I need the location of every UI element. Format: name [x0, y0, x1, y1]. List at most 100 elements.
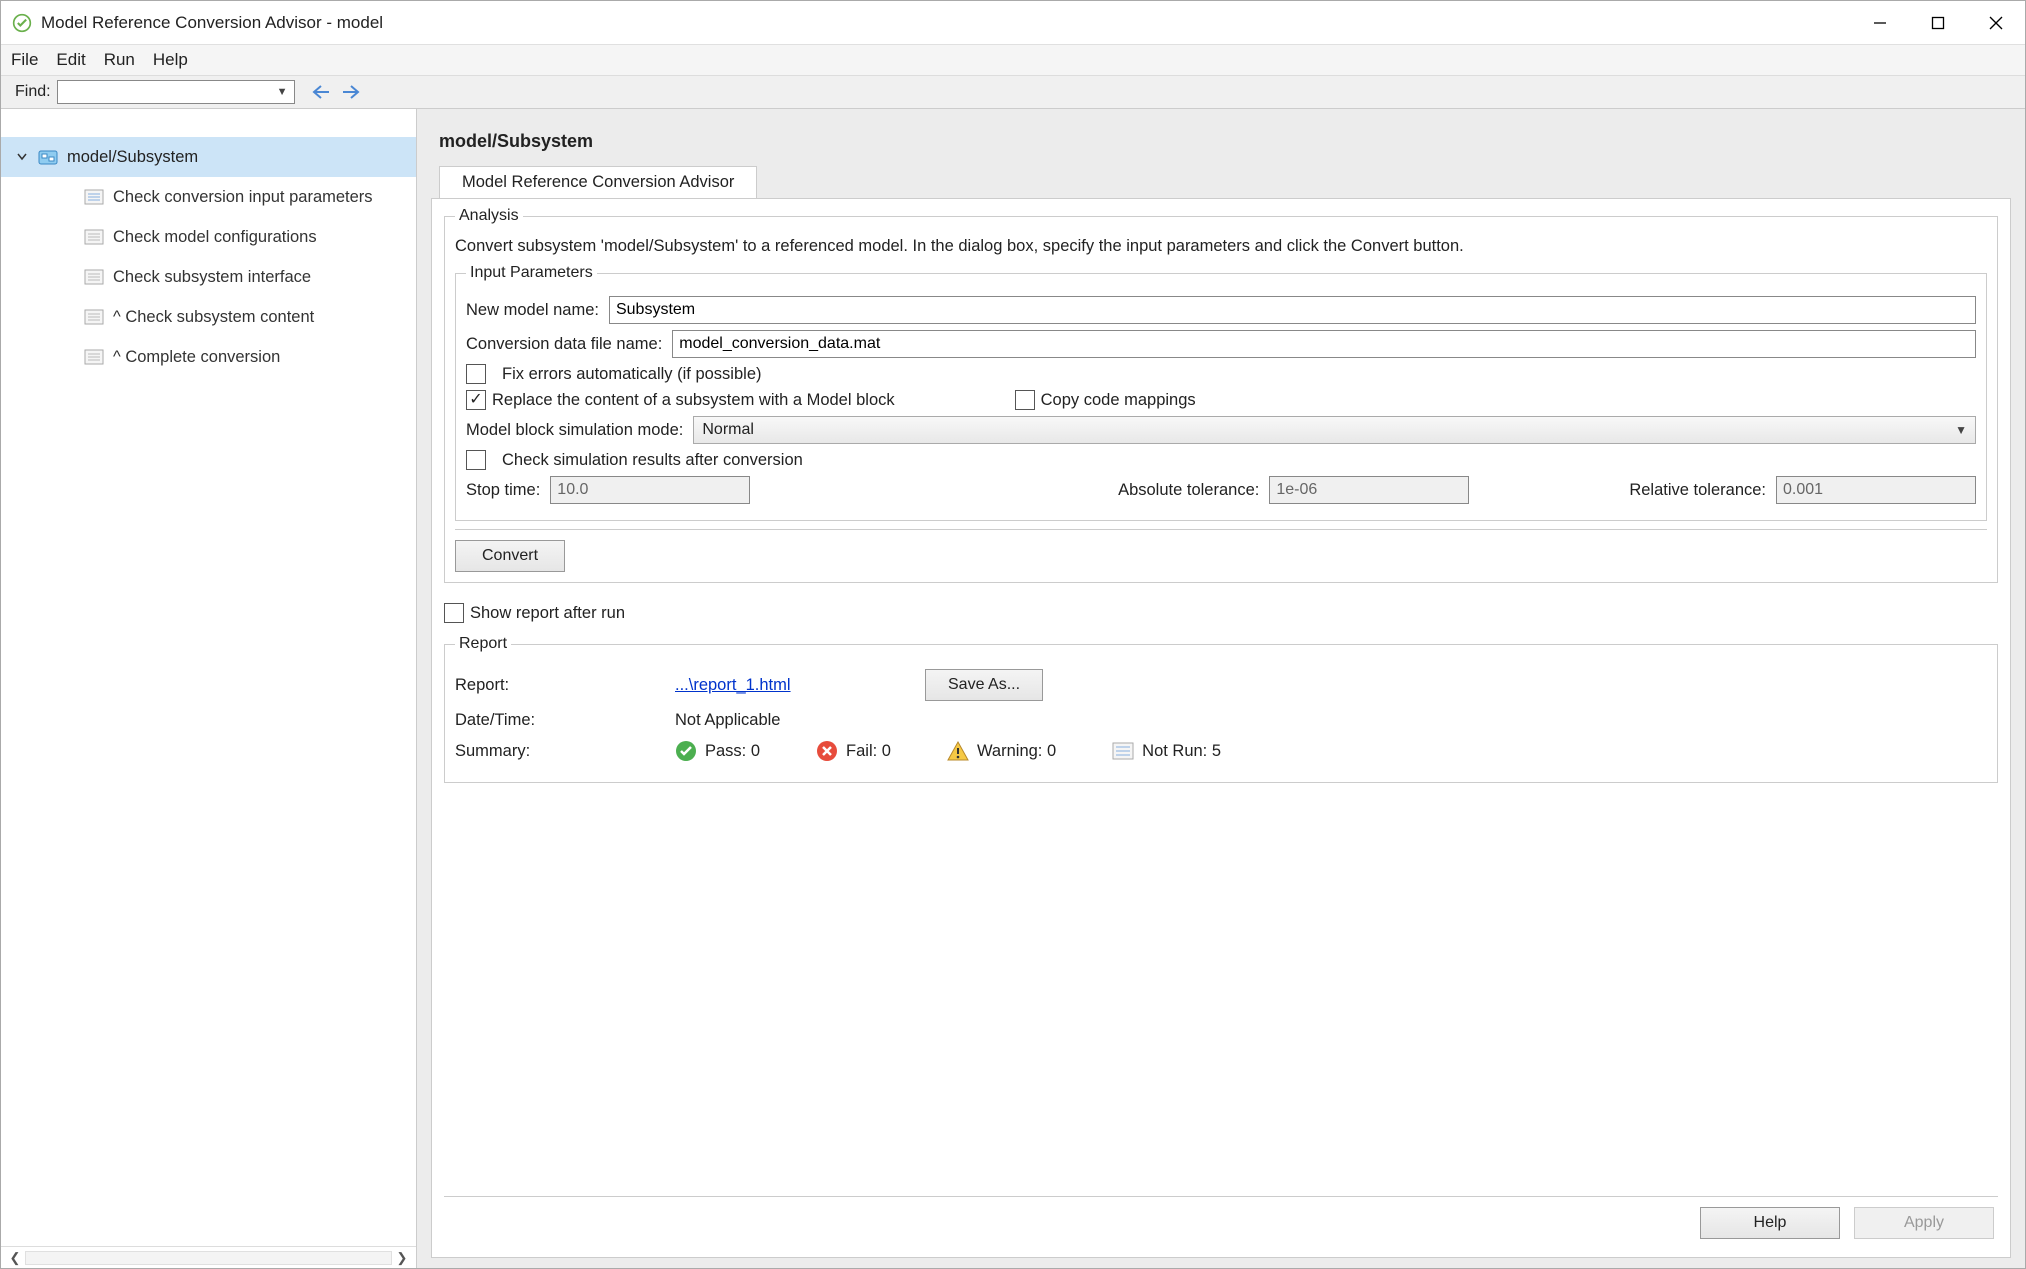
close-button[interactable] [1967, 1, 2025, 44]
show-report-label: Show report after run [470, 604, 625, 623]
pass-icon [675, 740, 697, 762]
main-area: model/Subsystem Check conversion input p… [1, 109, 2025, 1268]
scroll-left-icon[interactable]: ❮ [5, 1250, 25, 1266]
sim-mode-label: Model block simulation mode: [466, 421, 683, 440]
rel-tol-input [1776, 476, 1976, 504]
tree-item-label: ^ Check subsystem content [113, 308, 314, 327]
scroll-track[interactable] [25, 1251, 392, 1265]
datetime-label: Date/Time: [455, 711, 675, 730]
pass-text: Pass: 0 [705, 742, 760, 761]
check-item-icon [83, 186, 105, 208]
tree-item[interactable]: ^ Complete conversion [1, 337, 416, 377]
sidebar: model/Subsystem Check conversion input p… [1, 109, 417, 1268]
report-fieldset: Report Report: ...\report_1.html Save As… [444, 635, 1998, 783]
find-toolbar: Find: ▼ [1, 75, 2025, 109]
report-legend: Report [455, 635, 511, 653]
maximize-button[interactable] [1909, 1, 1967, 44]
warning-text: Warning: 0 [977, 742, 1056, 761]
tree-root[interactable]: model/Subsystem [1, 137, 416, 177]
analysis-desc: Convert subsystem 'model/Subsystem' to a… [455, 237, 1987, 256]
chevron-down-icon[interactable] [15, 151, 29, 163]
content-panel: model/Subsystem Model Reference Conversi… [417, 109, 2025, 1268]
check-sim-label: Check simulation results after conversio… [502, 451, 803, 470]
datetime-value: Not Applicable [675, 711, 781, 730]
tree-root-label: model/Subsystem [67, 148, 198, 167]
new-model-input[interactable] [609, 296, 1976, 324]
analysis-fieldset: Analysis Convert subsystem 'model/Subsys… [444, 207, 1998, 583]
summary-label: Summary: [455, 742, 675, 761]
find-combobox[interactable]: ▼ [57, 80, 288, 104]
notrun-icon [1112, 740, 1134, 762]
replace-content-checkbox[interactable] [466, 390, 486, 410]
report-label: Report: [455, 676, 675, 695]
stop-time-input [550, 476, 750, 504]
conv-file-label: Conversion data file name: [466, 335, 662, 354]
fail-icon [816, 740, 838, 762]
find-prev-button[interactable] [311, 81, 333, 103]
tree-item-label: Check model configurations [113, 228, 317, 247]
menu-help[interactable]: Help [153, 50, 188, 70]
tree-item[interactable]: Check model configurations [1, 217, 416, 257]
fail-text: Fail: 0 [846, 742, 891, 761]
menubar: File Edit Run Help [1, 45, 2025, 75]
input-params-legend: Input Parameters [466, 264, 597, 282]
analysis-legend: Analysis [455, 207, 523, 225]
abs-tol-label: Absolute tolerance: [1118, 481, 1259, 500]
save-as-button[interactable]: Save As... [925, 669, 1043, 701]
find-label: Find: [15, 83, 51, 101]
show-report-row: Show report after run [444, 603, 1998, 623]
warning-icon [947, 740, 969, 762]
titlebar: Model Reference Conversion Advisor - mod… [1, 1, 2025, 45]
fix-errors-label: Fix errors automatically (if possible) [502, 365, 762, 384]
tree-item-label: Check conversion input parameters [113, 188, 373, 207]
tree: model/Subsystem Check conversion input p… [1, 109, 416, 1246]
copy-mappings-label: Copy code mappings [1041, 391, 1196, 410]
sim-mode-value: Normal [702, 421, 754, 439]
window-controls [1851, 1, 2025, 44]
content-heading: model/Subsystem [439, 131, 2011, 152]
stop-time-label: Stop time: [466, 481, 540, 500]
chevron-down-icon: ▼ [1955, 423, 1967, 437]
report-link[interactable]: ...\report_1.html [675, 676, 791, 694]
tree-item[interactable]: Check subsystem interface [1, 257, 416, 297]
sim-mode-select[interactable]: Normal ▼ [693, 416, 1976, 444]
replace-content-label: Replace the content of a subsystem with … [492, 391, 895, 410]
menu-file[interactable]: File [11, 50, 38, 70]
menu-edit[interactable]: Edit [56, 50, 85, 70]
tree-item[interactable]: Check conversion input parameters [1, 177, 416, 217]
check-item-icon [83, 346, 105, 368]
tree-horizontal-scrollbar[interactable]: ❮ ❯ [1, 1246, 416, 1268]
find-next-button[interactable] [339, 81, 361, 103]
notrun-text: Not Run: 5 [1142, 742, 1221, 761]
scroll-right-icon[interactable]: ❯ [392, 1250, 412, 1266]
tree-item[interactable]: ^ Check subsystem content [1, 297, 416, 337]
footer-buttons: Help Apply [444, 1196, 1998, 1243]
tab-pane: Analysis Convert subsystem 'model/Subsys… [431, 198, 2011, 1258]
tree-item-label: Check subsystem interface [113, 268, 311, 287]
tree-item-label: ^ Complete conversion [113, 348, 280, 367]
apply-button: Apply [1854, 1207, 1994, 1239]
window-title: Model Reference Conversion Advisor - mod… [41, 13, 383, 33]
check-sim-checkbox[interactable] [466, 450, 486, 470]
app-window: Model Reference Conversion Advisor - mod… [0, 0, 2026, 1269]
minimize-button[interactable] [1851, 1, 1909, 44]
convert-button[interactable]: Convert [455, 540, 565, 572]
copy-mappings-checkbox[interactable] [1015, 390, 1035, 410]
abs-tol-input [1269, 476, 1469, 504]
find-input[interactable] [57, 80, 295, 104]
new-model-label: New model name: [466, 301, 599, 320]
menu-run[interactable]: Run [104, 50, 135, 70]
tab-advisor[interactable]: Model Reference Conversion Advisor [439, 166, 757, 198]
convert-bar: Convert [455, 529, 1987, 572]
conv-file-input[interactable] [672, 330, 1976, 358]
find-dropdown-caret[interactable]: ▼ [277, 86, 288, 98]
check-item-icon [83, 226, 105, 248]
app-icon [11, 12, 33, 34]
summary-line: Pass: 0 Fail: 0 [675, 740, 1221, 762]
help-button[interactable]: Help [1700, 1207, 1840, 1239]
input-params-fieldset: Input Parameters New model name: Convers… [455, 264, 1987, 521]
model-icon [37, 146, 59, 168]
fix-errors-checkbox[interactable] [466, 364, 486, 384]
show-report-checkbox[interactable] [444, 603, 464, 623]
check-item-icon [83, 266, 105, 288]
